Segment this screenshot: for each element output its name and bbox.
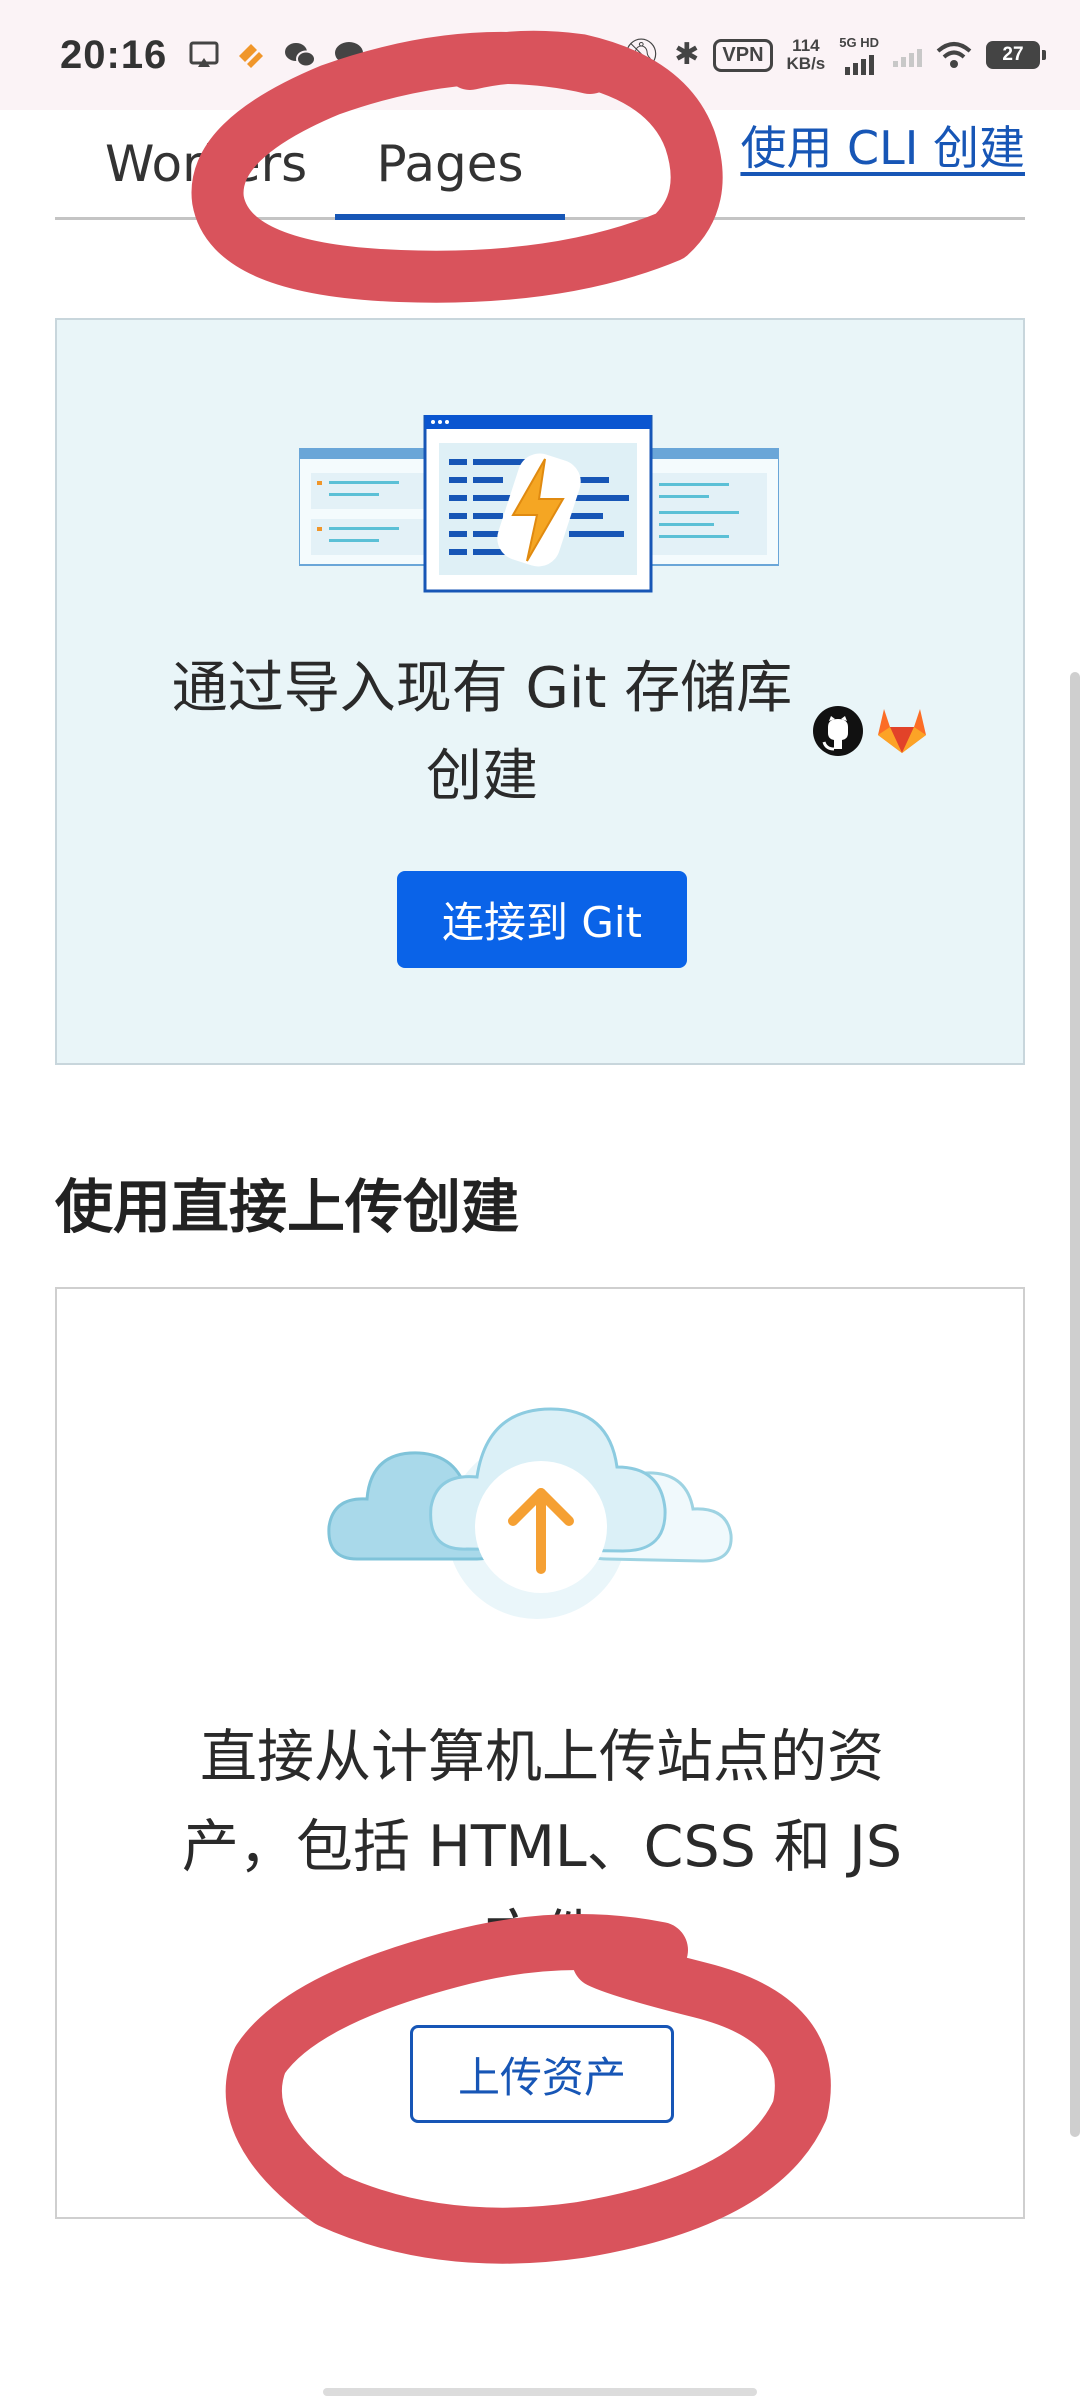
- message-icon: [335, 42, 364, 68]
- notification-icons: [189, 40, 365, 70]
- wifi-icon: [936, 42, 972, 68]
- github-icon: [813, 706, 863, 756]
- connect-to-git-button[interactable]: 连接到 Git: [397, 871, 687, 968]
- direct-upload-heading: 使用直接上传创建: [55, 1173, 520, 1241]
- signal-secondary-icon: [893, 43, 922, 67]
- git-import-card: 通过导入现有 Git 存储库 创建 连接到 Git: [55, 318, 1025, 1065]
- tab-bar: Workers Pages 使用 CLI 创建: [55, 110, 1025, 220]
- tab-pages[interactable]: Pages: [335, 110, 565, 220]
- upload-line-2: 产，包括 HTML、CSS 和 JS: [181, 1814, 903, 1880]
- git-import-line-2: 创建: [426, 744, 538, 809]
- home-indicator[interactable]: [323, 2388, 757, 2396]
- cast-icon: [189, 41, 219, 67]
- direct-upload-card: 直接从计算机上传站点的资 产，包括 HTML、CSS 和 JS 文件 上传资产: [55, 1287, 1025, 2219]
- gitlab-icon: [878, 709, 926, 753]
- system-icons: 🔕︎ ✱ VPN 114 KB/s 5G HD 27: [622, 36, 1046, 75]
- git-import-description: 通过导入现有 Git 存储库 创建: [57, 645, 907, 821]
- upload-line-1: 直接从计算机上传站点的资: [200, 1724, 884, 1790]
- network-speed: 114 KB/s: [787, 37, 826, 73]
- mute-icon: 🔕︎: [622, 38, 661, 71]
- network-speed-unit: KB/s: [786, 54, 826, 73]
- cloud-upload-illustration: [327, 1407, 733, 1619]
- git-import-line-1: 通过导入现有 Git 存储库: [171, 656, 793, 721]
- signal-bars-icon: [844, 51, 874, 75]
- upload-line-3: 文件: [485, 1904, 599, 1970]
- vpn-badge: VPN: [713, 38, 773, 72]
- signal-label: 5G HD: [839, 34, 879, 50]
- create-with-cli-link[interactable]: 使用 CLI 创建: [740, 110, 1025, 180]
- upload-assets-button[interactable]: 上传资产: [410, 2025, 674, 2123]
- bluetooth-icon: ✱: [674, 38, 700, 71]
- tab-workers[interactable]: Workers: [105, 110, 315, 217]
- clock: 20:16: [60, 32, 168, 77]
- network-speed-value: 114: [792, 36, 820, 56]
- wechat-icon: [285, 43, 317, 68]
- pages-lightning-illustration: [299, 415, 779, 593]
- orange-app-icon: [239, 44, 264, 68]
- git-provider-icons: [812, 705, 930, 757]
- scrollbar[interactable]: [1070, 672, 1080, 2137]
- status-bar: 20:16 🔕︎ ✱ VPN 114 KB/s 5G HD 27: [0, 0, 1080, 110]
- signal-primary: 5G HD: [839, 36, 879, 75]
- battery-icon: 27: [986, 41, 1046, 69]
- direct-upload-description: 直接从计算机上传站点的资 产，包括 HTML、CSS 和 JS 文件: [137, 1712, 947, 1982]
